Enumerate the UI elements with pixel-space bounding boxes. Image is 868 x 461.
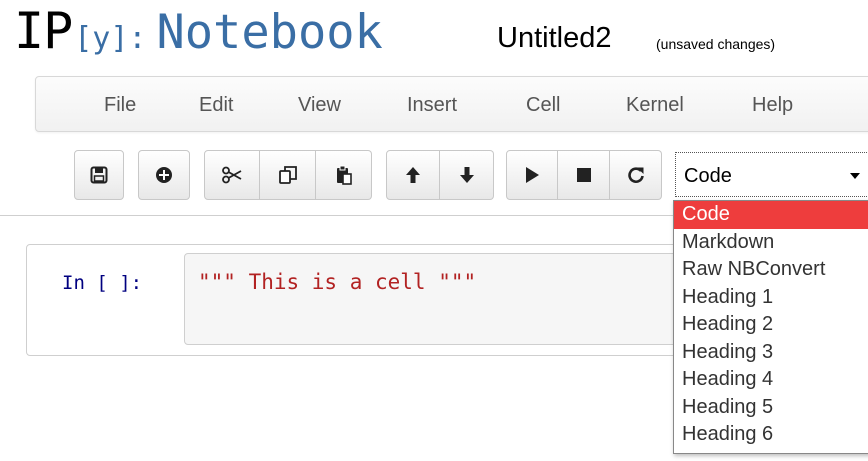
- menu-kernel[interactable]: Kernel: [626, 94, 684, 117]
- interrupt-button[interactable]: [558, 150, 610, 200]
- dropdown-option-heading-2[interactable]: Heading 2: [674, 311, 868, 339]
- menu-insert[interactable]: Insert: [407, 94, 457, 117]
- dropdown-option-markdown[interactable]: Markdown: [674, 229, 868, 257]
- save-icon: [90, 166, 108, 184]
- insert-group: [138, 150, 190, 200]
- chevron-down-icon: [850, 173, 860, 179]
- insert-cell-button[interactable]: [138, 150, 190, 200]
- run-button[interactable]: [506, 150, 558, 200]
- header: IP [y]: Notebook Untitled2 (unsaved chan…: [0, 0, 868, 75]
- move-down-button[interactable]: [440, 150, 494, 200]
- edit-group: [204, 150, 372, 200]
- copy-icon: [278, 166, 297, 184]
- stop-icon: [576, 168, 591, 182]
- plus-circle-icon: [156, 167, 172, 183]
- logo-notebook-text: Notebook: [156, 5, 383, 60]
- cell-type-select[interactable]: Code: [675, 152, 868, 197]
- dropdown-option-heading-3[interactable]: Heading 3: [674, 339, 868, 367]
- menu-cell[interactable]: Cell: [526, 94, 560, 117]
- restart-kernel-button[interactable]: [610, 150, 662, 200]
- cell-type-dropdown: Code Markdown Raw NBConvert Heading 1 He…: [673, 200, 868, 454]
- notebook-name[interactable]: Untitled2: [497, 22, 611, 55]
- code-text: """ This is a cell """: [198, 270, 477, 294]
- menubar: File Edit View Insert Cell Kernel Help: [35, 76, 868, 132]
- paste-icon: [336, 165, 352, 185]
- menu-edit[interactable]: Edit: [199, 94, 233, 117]
- logo-y-text: [y]:: [74, 21, 147, 56]
- dropdown-option-heading-4[interactable]: Heading 4: [674, 366, 868, 394]
- move-up-button[interactable]: [386, 150, 440, 200]
- cut-icon: [222, 166, 242, 184]
- dropdown-option-raw-nbconvert[interactable]: Raw NBConvert: [674, 256, 868, 284]
- copy-button[interactable]: [260, 150, 316, 200]
- move-group: [386, 150, 494, 200]
- menu-file[interactable]: File: [104, 94, 136, 117]
- dropdown-option-heading-1[interactable]: Heading 1: [674, 284, 868, 312]
- save-button[interactable]: [74, 150, 124, 200]
- run-group: [506, 150, 662, 200]
- menu-help[interactable]: Help: [752, 94, 793, 117]
- play-icon: [526, 167, 539, 183]
- cut-button[interactable]: [204, 150, 260, 200]
- toolbar: Code: [0, 150, 868, 202]
- arrow-down-icon: [459, 167, 474, 183]
- cell-type-value: Code: [684, 165, 732, 187]
- dropdown-option-heading-5[interactable]: Heading 5: [674, 394, 868, 422]
- save-group: [74, 150, 124, 200]
- logo-ip-text: IP: [14, 2, 73, 60]
- ipython-logo[interactable]: IP [y]: Notebook: [14, 2, 383, 72]
- input-prompt: In [ ]:: [62, 272, 143, 294]
- menu-view[interactable]: View: [298, 94, 341, 117]
- save-status: (unsaved changes): [656, 36, 776, 52]
- arrow-up-icon: [406, 167, 420, 183]
- dropdown-option-code[interactable]: Code: [674, 201, 868, 229]
- restart-icon: [627, 167, 644, 183]
- dropdown-option-heading-6[interactable]: Heading 6: [674, 421, 868, 449]
- paste-button[interactable]: [316, 150, 372, 200]
